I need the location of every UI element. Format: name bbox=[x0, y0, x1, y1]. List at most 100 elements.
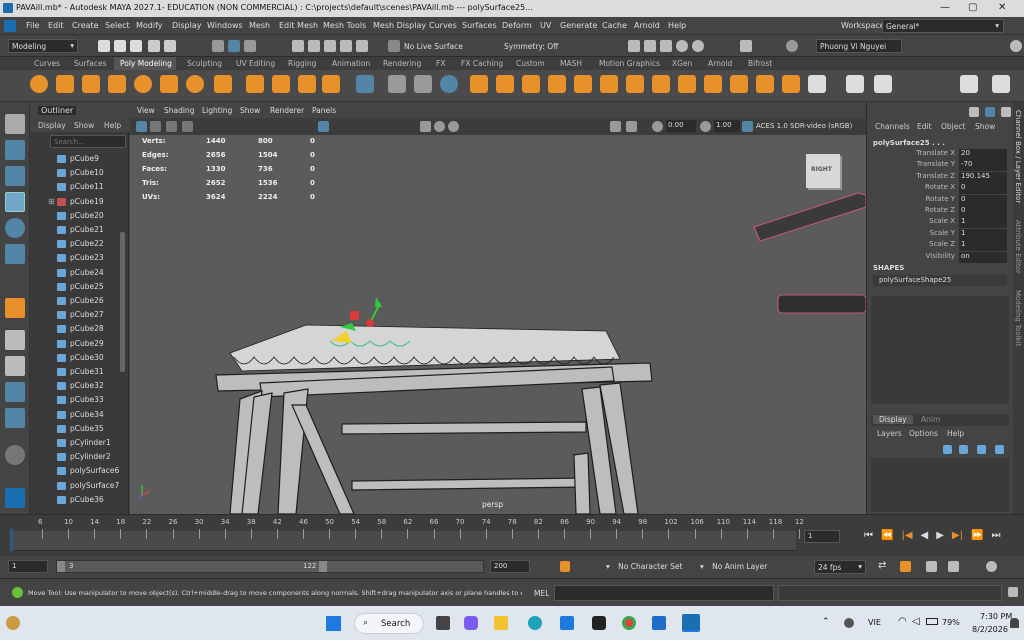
boolean-icon[interactable] bbox=[704, 75, 722, 93]
outliner-item[interactable]: pCube34 bbox=[30, 408, 122, 422]
character-key-icon[interactable] bbox=[560, 561, 570, 572]
menu-display[interactable]: Display bbox=[172, 21, 202, 30]
menu-generate[interactable]: Generate bbox=[560, 21, 597, 30]
go-to-end-icon[interactable]: ⏭ bbox=[991, 530, 1000, 541]
svg-tool-icon[interactable] bbox=[322, 75, 340, 93]
layer-tab-display[interactable]: Display bbox=[873, 415, 913, 424]
tray-chevron-icon[interactable]: ⌃ bbox=[822, 617, 830, 627]
smooth-shade-icon[interactable] bbox=[434, 121, 445, 132]
last-tool-icon[interactable] bbox=[5, 298, 25, 318]
volume-icon[interactable]: ◁ bbox=[912, 616, 920, 627]
outliner-item[interactable]: pCube20 bbox=[30, 209, 122, 223]
redo-icon[interactable] bbox=[164, 40, 176, 52]
rotate-tool-icon[interactable] bbox=[5, 218, 25, 238]
snap-view-icon[interactable] bbox=[356, 40, 368, 52]
anim-prefs-icon[interactable] bbox=[948, 561, 959, 572]
viewport-menu-view[interactable]: View bbox=[137, 106, 155, 115]
go-to-start-icon[interactable]: ⏮ bbox=[864, 530, 873, 541]
menu-mesh-display[interactable]: Mesh Display bbox=[373, 21, 426, 30]
outliner-item[interactable]: pCube25 bbox=[30, 280, 122, 294]
time-slider[interactable]: 1 ⏮ ⏪ |◀ ◀ ▶ ▶| ⏩ ⏭ 6 10 14 18 22 26 30 34 38 42 4… bbox=[0, 514, 1024, 556]
new-layer-icon[interactable] bbox=[977, 445, 986, 454]
gamma-field[interactable]: 1.00 bbox=[714, 120, 740, 132]
outliner-item[interactable]: pCube11 bbox=[30, 180, 122, 194]
outliner-item[interactable]: pCube23 bbox=[30, 251, 122, 265]
mel-command-input[interactable] bbox=[554, 585, 774, 601]
live-surface-icon[interactable] bbox=[388, 40, 400, 52]
outliner-menu-display[interactable]: Display bbox=[38, 121, 66, 130]
paint-select-tool-icon[interactable] bbox=[5, 166, 25, 186]
shelf-tab-motion-graphics[interactable]: Motion Graphics bbox=[599, 59, 660, 68]
character-set-dropdown[interactable]: ▾ No Character Set bbox=[606, 562, 682, 571]
channel-attr-row[interactable]: Scale X 1 bbox=[867, 217, 1007, 229]
channel-attr-value[interactable]: 1 bbox=[959, 228, 1007, 240]
hypershade-icon[interactable] bbox=[676, 40, 688, 52]
layer-menu-help[interactable]: Help bbox=[947, 429, 964, 438]
menu-mesh-tools[interactable]: Mesh Tools bbox=[323, 21, 366, 30]
range-bar[interactable]: 3 122 bbox=[56, 560, 484, 573]
step-back-key-icon[interactable]: ⏪ bbox=[881, 530, 893, 541]
shelf-tab-fx[interactable]: FX bbox=[436, 59, 445, 68]
mail-icon[interactable] bbox=[560, 616, 574, 630]
shape-row[interactable]: polySurfaceShape25 bbox=[873, 275, 1007, 286]
select-object-icon[interactable] bbox=[228, 40, 240, 52]
menu-file[interactable]: File bbox=[26, 21, 39, 30]
shelf-tab-arnold[interactable]: Arnold bbox=[708, 59, 732, 68]
combine-icon[interactable] bbox=[414, 75, 432, 93]
workspace-dropdown[interactable]: General* ▾ bbox=[882, 19, 1004, 33]
file-explorer-icon[interactable] bbox=[494, 616, 508, 630]
outliner-item[interactable]: pCylinder1 bbox=[30, 436, 122, 450]
shelf-tab-xgen[interactable]: XGen bbox=[672, 59, 692, 68]
menu-cache[interactable]: Cache bbox=[602, 21, 627, 30]
outliner-item[interactable]: pCube30 bbox=[30, 351, 122, 365]
persp-outliner-icon[interactable] bbox=[5, 382, 25, 402]
shelf-tab-bifrost[interactable]: Bifrost bbox=[748, 59, 772, 68]
ipr-render-icon[interactable] bbox=[644, 40, 656, 52]
channel-attr-value[interactable]: 0 bbox=[959, 194, 1007, 206]
shelf-tab-rendering[interactable]: Rendering bbox=[383, 59, 421, 68]
channel-box-toggle-icon[interactable] bbox=[969, 107, 979, 117]
selected-object-name[interactable]: polySurface25 . . . bbox=[873, 139, 945, 147]
edge-icon[interactable] bbox=[528, 616, 542, 630]
search-icon[interactable] bbox=[5, 445, 25, 465]
bevel-icon[interactable] bbox=[388, 75, 406, 93]
shelf-tab-fx-caching[interactable]: FX Caching bbox=[461, 59, 503, 68]
poly-torus-icon[interactable] bbox=[134, 75, 152, 93]
delete-history-icon[interactable] bbox=[782, 75, 800, 93]
super-shape-icon[interactable] bbox=[246, 75, 264, 93]
wifi-icon[interactable]: ◠ bbox=[898, 616, 907, 627]
tool-settings-toggle-icon[interactable] bbox=[1001, 107, 1011, 117]
channel-menu-show[interactable]: Show bbox=[975, 122, 995, 131]
menu-deform[interactable]: Deform bbox=[502, 21, 532, 30]
outliner-item[interactable]: pCube26 bbox=[30, 294, 122, 308]
channel-attr-value[interactable]: 190.145 bbox=[959, 171, 1007, 183]
poly-cone-icon[interactable] bbox=[108, 75, 126, 93]
outliner-menu-show[interactable]: Show bbox=[74, 121, 94, 130]
viewport-menu-shading[interactable]: Shading bbox=[164, 106, 194, 115]
layer-tab-anim[interactable]: Anim bbox=[921, 415, 940, 424]
channel-attr-value[interactable]: -70 bbox=[959, 160, 1007, 172]
scale-tool-icon[interactable] bbox=[5, 244, 25, 264]
expand-icon[interactable]: ⊞ bbox=[48, 195, 55, 209]
smooth-icon[interactable] bbox=[440, 75, 458, 93]
fps-dropdown[interactable]: 24 fps ▾ bbox=[814, 560, 866, 574]
shelf-tab-surfaces[interactable]: Surfaces bbox=[74, 59, 106, 68]
channel-attr-value[interactable]: 20 bbox=[959, 149, 1007, 160]
exposure-icon[interactable] bbox=[652, 121, 663, 132]
taskbar-search-box[interactable]: ⌕ Search bbox=[354, 613, 424, 634]
poly-sphere-icon[interactable] bbox=[30, 75, 48, 93]
grid-toggle-icon[interactable] bbox=[318, 121, 329, 132]
symmetry-label[interactable]: Symmetry: Off bbox=[504, 42, 558, 51]
side-tab-modeling-toolkit[interactable]: Modeling Toolkit bbox=[1014, 290, 1022, 346]
copilot-icon[interactable] bbox=[464, 616, 478, 630]
isolate-select-icon[interactable] bbox=[610, 121, 621, 132]
shelf-tab-rigging[interactable]: Rigging bbox=[288, 59, 316, 68]
shelf-tab-uv-editing[interactable]: UV Editing bbox=[236, 59, 275, 68]
channel-attr-row[interactable]: Translate X 20 bbox=[867, 149, 1007, 160]
script-editor-icon[interactable] bbox=[1008, 587, 1018, 597]
menu-surfaces[interactable]: Surfaces bbox=[462, 21, 497, 30]
viewport-menu-panels[interactable]: Panels bbox=[312, 106, 336, 115]
new-scene-icon[interactable] bbox=[98, 40, 110, 52]
clock-time[interactable]: 7:30 PM bbox=[980, 612, 1012, 621]
channel-attr-row[interactable]: Rotate Y 0 bbox=[867, 194, 1007, 206]
